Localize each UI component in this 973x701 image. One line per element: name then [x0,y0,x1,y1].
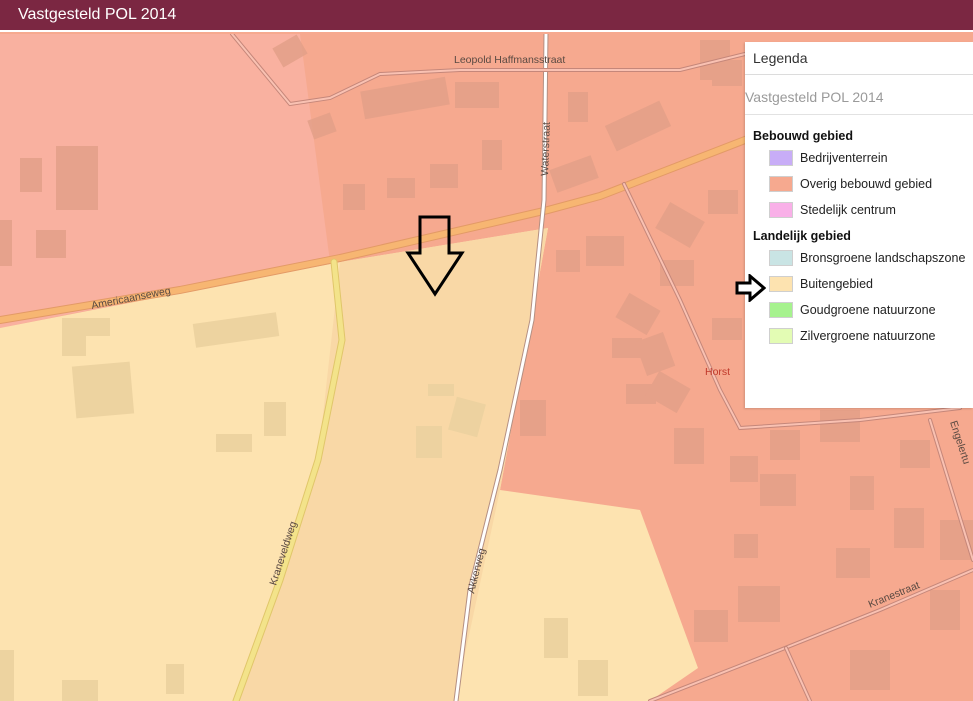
legend-item-label: Buitengebied [800,277,873,291]
legend-item-label: Bedrijventerrein [800,151,888,165]
legend-swatch [769,250,793,266]
legend-layer-name: Vastgesteld POL 2014 [745,89,884,105]
legend-swatch [769,150,793,166]
legend-divider [745,114,973,115]
street-label-leopold: Leopold Haffmansstraat [454,54,565,66]
street-label-waterstraat: Waterstraat [539,122,553,176]
legend-item-label: Goudgroene natuurzone [800,303,936,317]
legend-swatch [769,202,793,218]
legend-swatch [769,176,793,192]
legend-item-label: Stedelijk centrum [800,203,896,217]
legend-title: Legenda [753,50,808,66]
place-label-horst: Horst [705,366,730,378]
legend-item-label: Overig bebouwd gebied [800,177,933,191]
legend-swatch [769,276,793,292]
legend-swatch [769,302,793,318]
legend-panel: Legenda Vastgesteld POL 2014 Bebouwd geb… [745,42,973,408]
legend-group-landelijk: Landelijk gebied [753,229,851,243]
legend-swatch [769,328,793,344]
legend-item-label: Bronsgroene landschapszone [800,251,966,265]
app-title: Vastgesteld POL 2014 [18,6,177,23]
arrow-right-icon [735,274,766,302]
app-header: Vastgesteld POL 2014 [0,0,973,32]
legend-item-label: Zilvergroene natuurzone [800,329,936,343]
legend-group-bebouwd: Bebouwd gebied [753,129,853,143]
legend-header: Legenda [745,42,973,75]
